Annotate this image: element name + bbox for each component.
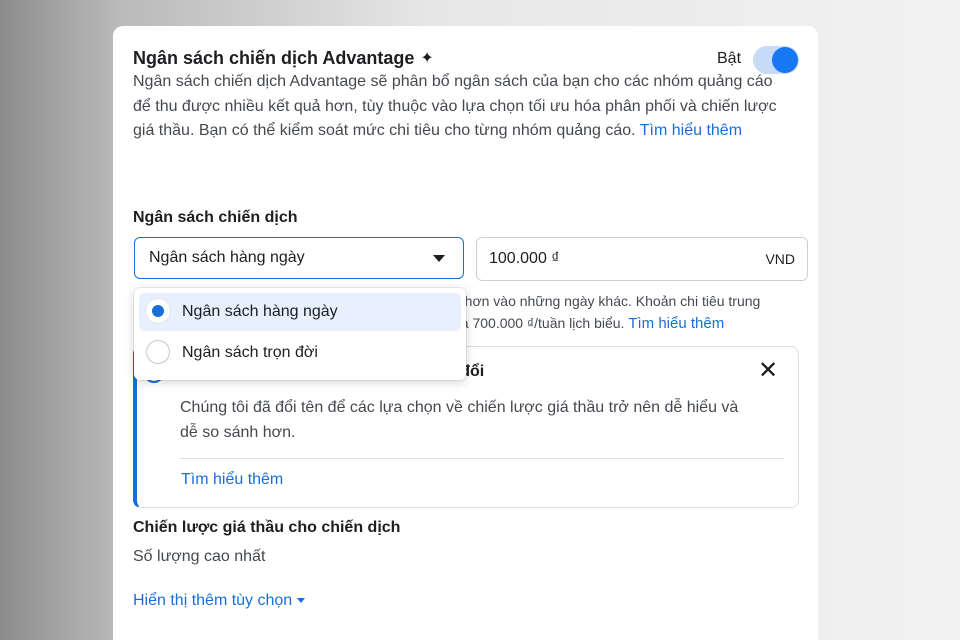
notice-learn-more-link[interactable]: Tìm hiểu thêm: [181, 471, 283, 489]
radio-unselected-icon: [146, 340, 170, 364]
budget-helper-line-1: ít hơn vào những ngày khác. Khoản chi ti…: [453, 293, 761, 309]
bid-strategy-value: Số lượng cao nhất: [133, 548, 266, 565]
dropdown-caret-icon: [433, 255, 445, 262]
bid-strategy-label: Chiến lược giá thầu cho chiến dịch: [133, 519, 401, 536]
radio-selected-icon: [146, 299, 170, 323]
toggle-label: Bật: [717, 50, 742, 67]
notice-divider: [180, 458, 784, 459]
cbo-title: Ngân sách chiến dịch Advantage ✦: [133, 48, 434, 69]
budget-label: Ngân sách chiến dịch: [133, 209, 298, 226]
budget-type-select[interactable]: Ngân sách hàng ngày: [134, 237, 464, 279]
option-label: Ngân sách hàng ngày: [182, 303, 338, 320]
budget-learn-more-link[interactable]: Tìm hiểu thêm: [628, 315, 724, 332]
option-daily-budget[interactable]: Ngân sách hàng ngày: [139, 293, 461, 331]
budget-type-dropdown-menu: Ngân sách hàng ngày Ngân sách trọn đời: [134, 288, 466, 380]
learn-more-link[interactable]: Tìm hiểu thêm: [640, 122, 742, 139]
budget-helper-line-2: uá 700.000 ₫/tuần lịch biểu. Tìm hiểu th…: [453, 315, 724, 332]
chevron-down-icon: [297, 598, 306, 603]
close-icon[interactable]: ✕: [758, 359, 778, 383]
option-label: Ngân sách trọn đời: [182, 344, 318, 361]
budget-amount-value: 100.000 ₫: [489, 250, 560, 267]
show-more-options-label: Hiển thị thêm tùy chọn: [133, 592, 293, 609]
sparkle-icon: ✦: [420, 50, 434, 67]
option-lifetime-budget[interactable]: Ngân sách trọn đời: [139, 334, 461, 372]
budget-type-value: Ngân sách hàng ngày: [149, 249, 305, 266]
show-more-options-link[interactable]: Hiển thị thêm tùy chọn: [133, 592, 306, 610]
budget-amount-input[interactable]: 100.000 ₫ VND: [476, 237, 808, 281]
budget-helper-text: uá 700.000 ₫/tuần lịch biểu.: [453, 315, 625, 331]
cbo-title-text: Ngân sách chiến dịch Advantage: [133, 48, 415, 68]
notice-body: Chúng tôi đã đổi tên để các lựa chọn về …: [180, 399, 739, 441]
cbo-description: Ngân sách chiến dịch Advantage sẽ phân b…: [133, 70, 793, 144]
currency-label: VND: [765, 251, 795, 267]
campaign-budget-panel: Ngân sách chiến dịch Advantage ✦ Bật Ngân…: [113, 26, 818, 640]
